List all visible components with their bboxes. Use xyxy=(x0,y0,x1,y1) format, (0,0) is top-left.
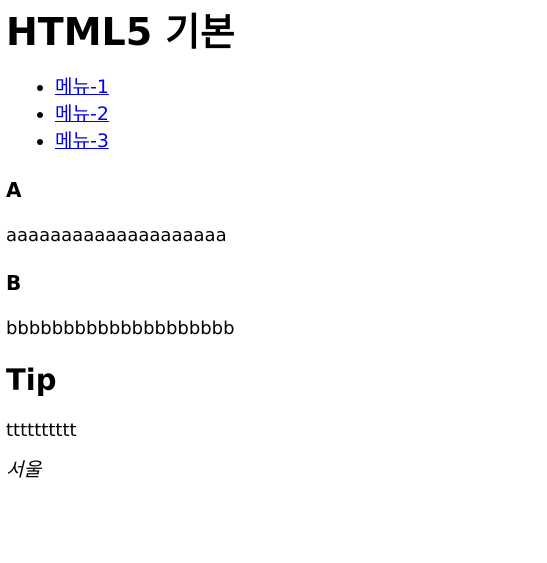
section-b-heading: B xyxy=(6,271,22,295)
section-b: B bbbbbbbbbbbbbbbbbbbb xyxy=(6,270,541,341)
menu-list: 메뉴-1 메뉴-2 메뉴-3 xyxy=(6,74,541,155)
page-title: HTML5 기본 xyxy=(6,10,236,54)
section-a-heading: A xyxy=(6,178,22,202)
tip-text: tttttttttt xyxy=(6,420,77,441)
section-a-text: aaaaaaaaaaaaaaaaaaaa xyxy=(6,225,227,246)
page-body: HTML5 기본 메뉴-1 메뉴-2 메뉴-3 A aaaaaaaaaaaaaa… xyxy=(0,8,547,483)
menu-link-1[interactable]: 메뉴-1 xyxy=(55,76,109,98)
tip-aside: Tip tttttttttt xyxy=(6,361,541,443)
section-a: A aaaaaaaaaaaaaaaaaaaa xyxy=(6,177,541,248)
address: 서울 xyxy=(6,459,41,481)
menu-link-3[interactable]: 메뉴-3 xyxy=(55,130,109,152)
menu-item: 메뉴-2 xyxy=(55,101,541,128)
menu-link-2[interactable]: 메뉴-2 xyxy=(55,103,109,125)
menu-item: 메뉴-1 xyxy=(55,74,541,101)
section-b-text: bbbbbbbbbbbbbbbbbbbb xyxy=(6,318,235,339)
menu-item: 메뉴-3 xyxy=(55,128,541,155)
tip-heading: Tip xyxy=(6,363,57,397)
